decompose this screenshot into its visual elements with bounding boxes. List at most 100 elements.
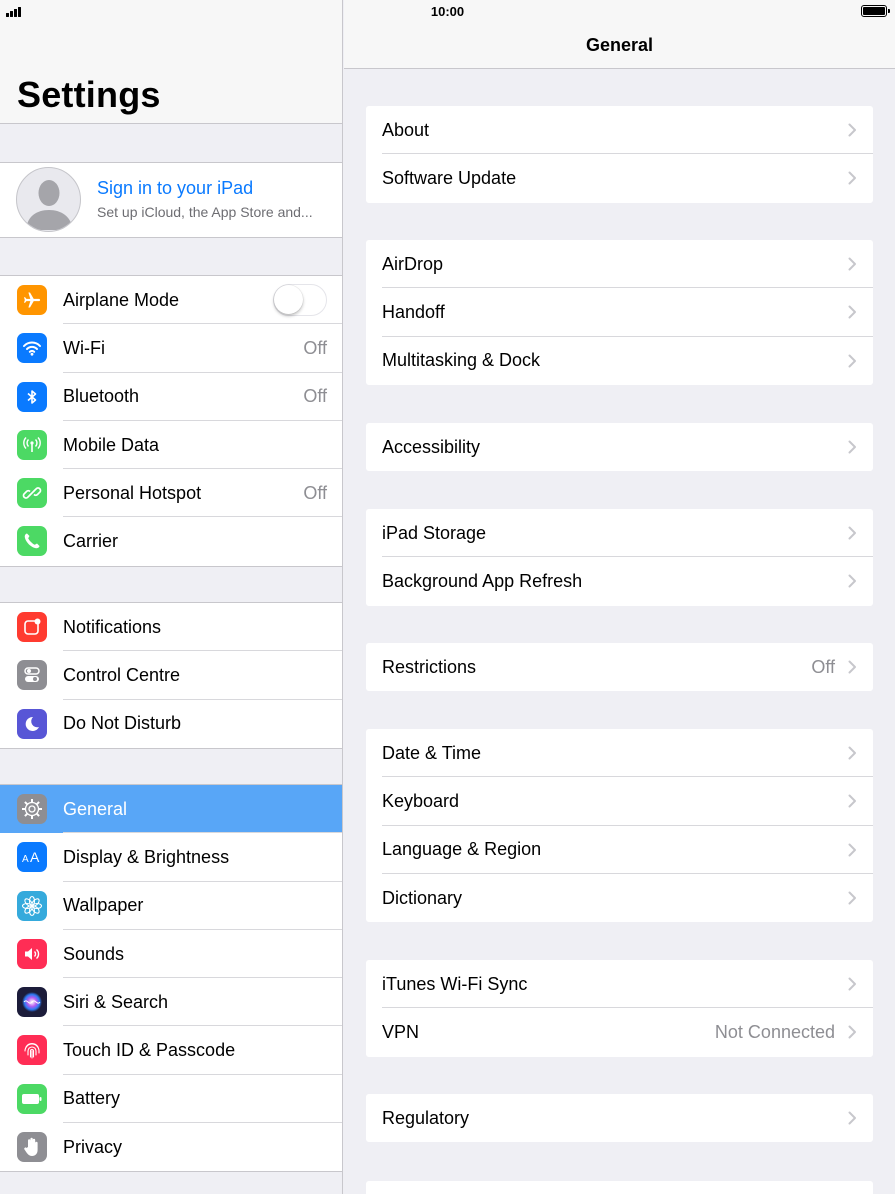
- sidebar-item-label: Notifications: [63, 616, 162, 637]
- chevron-right-icon: [848, 660, 857, 679]
- general-item-label: iPad Storage: [382, 522, 487, 543]
- sidebar-item-wifi[interactable]: Wi-Fi Off: [0, 324, 342, 373]
- sidebar-item-do-not-disturb[interactable]: Do Not Disturb: [0, 700, 342, 748]
- general-item-restrictions[interactable]: Restrictions Off: [366, 643, 873, 691]
- general-item-vpn[interactable]: VPN Not Connected: [366, 1008, 873, 1056]
- settings-card: Date & Time Keyboard Language & Region Dict…: [366, 729, 873, 923]
- general-detail-pane: General About Software Update AirDrop Hando…: [344, 0, 895, 1194]
- sidebar-item-label: Wi-Fi: [63, 337, 105, 358]
- chevron-right-icon: [848, 171, 857, 190]
- battery-icon: [17, 1083, 47, 1114]
- settings-card: Regulatory: [366, 1094, 873, 1143]
- sidebar-item-airplane-mode[interactable]: Airplane Mode: [0, 276, 342, 325]
- page-title: General: [585, 35, 654, 55]
- sidebar-item-display-brightness[interactable]: AA Display & Brightness: [0, 833, 342, 882]
- sidebar-item-bluetooth[interactable]: Bluetooth Off: [0, 373, 342, 421]
- sidebar-item-sounds[interactable]: Sounds: [0, 930, 342, 979]
- general-item-handoff[interactable]: Handoff: [366, 288, 873, 337]
- sidebar-item-label: Mobile Data: [63, 434, 160, 455]
- siri-icon: [17, 987, 47, 1018]
- chevron-right-icon: [848, 574, 857, 593]
- gear-icon: [17, 794, 47, 824]
- sidebar-item-carrier[interactable]: Carrier: [0, 517, 342, 565]
- general-item-software-update[interactable]: Software Update: [366, 154, 873, 202]
- chevron-right-icon: [848, 123, 857, 142]
- chevron-right-icon: [848, 257, 857, 276]
- general-item-label: Handoff: [382, 301, 445, 322]
- chevron-right-icon: [848, 843, 857, 862]
- general-item-date-and-time[interactable]: Date & Time: [366, 729, 873, 778]
- general-item-label: About: [382, 119, 430, 140]
- general-item-empty[interactable]: [366, 1181, 873, 1194]
- sidebar-item-mobile-data[interactable]: Mobile Data: [0, 421, 342, 470]
- flower-icon: [17, 890, 47, 921]
- general-item-itunes-wi-fi-sync[interactable]: iTunes Wi-Fi Sync: [366, 960, 873, 1009]
- settings-card: iPad Storage Background App Refresh: [366, 509, 873, 606]
- chevron-right-icon: [848, 440, 857, 459]
- general-item-value: Off: [811, 656, 835, 677]
- general-item-label: Accessibility: [382, 436, 481, 457]
- sign-in-subtitle: Set up iCloud, the App Store and...: [97, 204, 313, 220]
- general-item-label: Keyboard: [382, 790, 460, 811]
- general-item-language-and-region[interactable]: Language & Region: [366, 826, 873, 874]
- general-item-multitasking-and-dock[interactable]: Multitasking & Dock: [366, 337, 873, 385]
- general-item-label: Regulatory: [382, 1107, 470, 1128]
- general-item-accessibility[interactable]: Accessibility: [366, 423, 873, 471]
- chevron-right-icon: [848, 746, 857, 765]
- antenna-icon: [17, 429, 47, 460]
- sidebar-item-control-centre[interactable]: Control Centre: [0, 651, 342, 700]
- hand-icon: [17, 1132, 47, 1163]
- general-item-label: Date & Time: [382, 742, 482, 763]
- general-item-label: Restrictions: [382, 656, 477, 677]
- sidebar-item-label: Bluetooth: [63, 386, 140, 407]
- general-item-background-app-refresh[interactable]: Background App Refresh: [366, 557, 873, 605]
- chevron-right-icon: [848, 1111, 857, 1130]
- sidebar-item-label: Display & Brightness: [63, 846, 230, 867]
- sign-in-title: Sign in to your iPad: [97, 178, 254, 198]
- sidebar-item-label: Control Centre: [63, 664, 181, 685]
- sidebar-title: Settings: [17, 74, 161, 115]
- fingerprint-icon: [17, 1035, 47, 1066]
- sidebar-item-label: Sounds: [63, 943, 125, 964]
- airplane-icon: [17, 285, 47, 315]
- general-item-keyboard[interactable]: Keyboard: [366, 777, 873, 826]
- notifications-icon: [17, 612, 47, 642]
- general-item-label: iTunes Wi-Fi Sync: [382, 973, 528, 994]
- settings-card: iTunes Wi-Fi Sync VPN Not Connected: [366, 960, 873, 1057]
- status-bar: 10:00: [0, 0, 895, 22]
- connectivity-group: Airplane Mode Wi-Fi Off Bluetooth Off Mo…: [0, 275, 342, 567]
- sidebar-item-siri-search[interactable]: Siri & Search: [0, 978, 342, 1027]
- sidebar-item-battery[interactable]: Battery: [0, 1075, 342, 1124]
- moon-icon: [17, 708, 47, 739]
- sidebar-item-wallpaper[interactable]: Wallpaper: [0, 882, 342, 930]
- sidebar-item-general[interactable]: General: [0, 785, 342, 834]
- settings-card: Restrictions Off: [366, 643, 873, 692]
- airplane-mode-toggle[interactable]: [273, 284, 327, 316]
- sidebar-item-label: Carrier: [63, 531, 119, 552]
- general-item-label: Language & Region: [382, 839, 542, 860]
- general-item-airdrop[interactable]: AirDrop: [366, 240, 873, 289]
- general-item-ipad-storage[interactable]: iPad Storage: [366, 509, 873, 558]
- sidebar-item-privacy[interactable]: Privacy: [0, 1123, 342, 1171]
- general-item-dictionary[interactable]: Dictionary: [366, 874, 873, 922]
- svg-text:A: A: [30, 849, 40, 865]
- chevron-right-icon: [848, 526, 857, 545]
- bluetooth-icon: [17, 381, 47, 412]
- sidebar-item-touch-id-passcode[interactable]: Touch ID & Passcode: [0, 1026, 342, 1075]
- sign-in-row[interactable]: Sign in to your iPad Set up iCloud, the …: [0, 162, 342, 238]
- svg-text:A: A: [22, 854, 29, 865]
- settings-sidebar: Settings Sign in to your iPad Set up iCl…: [0, 0, 343, 1194]
- text-size-icon: AA: [17, 842, 47, 873]
- battery-status-icon: [861, 5, 890, 17]
- general-item-about[interactable]: About: [366, 106, 873, 155]
- sidebar-item-personal-hotspot[interactable]: Personal Hotspot Off: [0, 469, 342, 518]
- notifications-group: Notifications Control Centre Do Not Dist…: [0, 602, 342, 749]
- general-item-label: VPN: [382, 1021, 420, 1042]
- general-item-regulatory[interactable]: Regulatory: [366, 1094, 873, 1142]
- chevron-right-icon: [848, 977, 857, 996]
- chevron-right-icon: [848, 794, 857, 813]
- chevron-right-icon: [848, 305, 857, 324]
- sidebar-item-label: General: [63, 798, 128, 819]
- sidebar-item-notifications[interactable]: Notifications: [0, 603, 342, 652]
- avatar: [16, 167, 81, 232]
